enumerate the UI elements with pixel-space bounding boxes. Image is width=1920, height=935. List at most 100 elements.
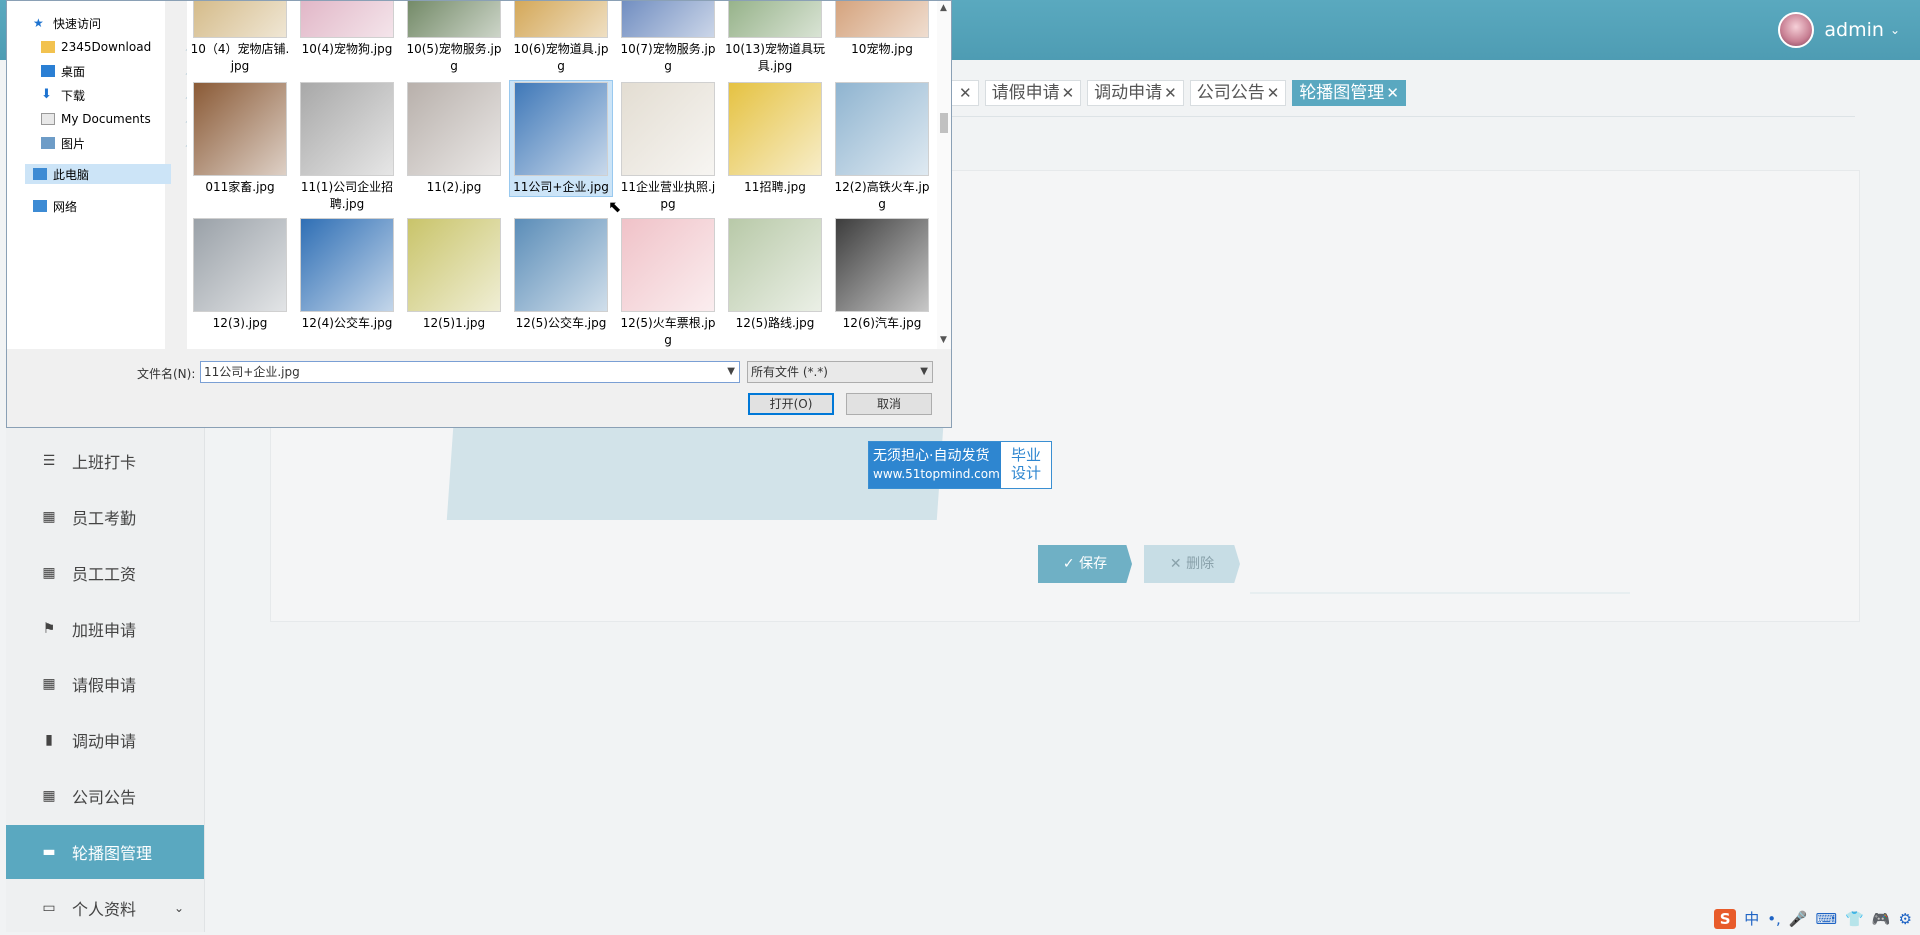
file-name: 10(5)宠物服务.jpg xyxy=(406,42,502,73)
image-thumbnail xyxy=(728,82,822,176)
file-name: 12(5)公交车.jpg xyxy=(515,316,607,330)
download-icon: ⬇ xyxy=(41,87,52,102)
nav-2345download[interactable]: 2345Download📌 xyxy=(41,37,196,57)
punctuation-icon[interactable]: •, xyxy=(1767,910,1781,928)
scrollbar[interactable]: ▲ ▼ xyxy=(937,1,951,349)
computer-icon xyxy=(33,168,47,180)
file-item[interactable]: 12(5)公交车.jpg xyxy=(510,217,612,332)
open-button[interactable]: 打开(O) xyxy=(748,393,834,415)
tab-transfer[interactable]: 调动申请 ✕ xyxy=(1087,80,1184,106)
file-name: 12(5)路线.jpg xyxy=(735,316,815,330)
file-item[interactable]: 12(5)1.jpg xyxy=(403,217,505,332)
image-thumbnail xyxy=(514,82,608,176)
file-name: 11(1)公司企业招聘.jpg xyxy=(300,180,394,211)
filetype-select[interactable]: 所有文件 (*.*) ▼ xyxy=(747,361,933,383)
settings-icon[interactable]: ⚙ xyxy=(1899,910,1912,928)
close-icon[interactable]: ✕ xyxy=(1164,84,1177,102)
grid-icon: ▦ xyxy=(42,565,56,581)
nav-network[interactable]: 网络 xyxy=(33,196,77,216)
chevron-down-icon[interactable]: ▼ xyxy=(920,362,928,382)
nav-quick-access[interactable]: ★ 快速访问 xyxy=(33,13,101,33)
file-name: 12(5)火车票根.jpg xyxy=(620,316,716,347)
watermark-badge: 无须担心·自动发货 www.51topmind.com 毕业 设计 xyxy=(868,441,1052,489)
close-icon[interactable]: ✕ xyxy=(959,84,972,102)
sidebar-item-transfer[interactable]: ▮ 调动申请 xyxy=(6,713,204,767)
close-icon[interactable]: ✕ xyxy=(1386,84,1399,102)
sidebar-item-clock-in[interactable]: ☰ 上班打卡 xyxy=(6,434,204,488)
file-item[interactable]: 11(1)公司企业招聘.jpg xyxy=(296,81,398,213)
ime-mode[interactable]: 中 xyxy=(1744,908,1759,929)
file-name: 011家畜.jpg xyxy=(205,180,275,194)
delete-button[interactable]: ✕ 删除 xyxy=(1144,545,1240,583)
chevron-down-icon[interactable]: ▼ xyxy=(727,362,735,382)
file-item[interactable]: 10（4）宠物店铺.jpg xyxy=(189,1,291,75)
file-name: 11(2).jpg xyxy=(426,180,482,194)
nav-this-pc[interactable]: 此电脑 xyxy=(25,164,171,184)
grid-icon: ▦ xyxy=(42,509,56,525)
chevron-down-icon: ⌄ xyxy=(1889,23,1900,37)
file-name: 11公司+企业.jpg xyxy=(513,180,609,194)
image-thumbnail xyxy=(300,82,394,176)
nav-pictures[interactable]: 图片📌 xyxy=(41,133,196,153)
file-item[interactable]: 11企业营业执照.jpg xyxy=(617,81,719,213)
file-item[interactable]: 11(2).jpg xyxy=(403,81,505,196)
sidebar-item-notice[interactable]: ▦ 公司公告 xyxy=(6,769,204,823)
filename-input[interactable]: 11公司+企业.jpg ▼ xyxy=(200,361,740,383)
image-thumbnail xyxy=(407,82,501,176)
save-button[interactable]: ✓ 保存 xyxy=(1038,545,1132,583)
sidebar-item-overtime[interactable]: ⚑ 加班申请 xyxy=(6,602,204,656)
nav-documents[interactable]: My Documents📌 xyxy=(41,109,196,129)
image-thumbnail xyxy=(835,218,929,312)
image-thumbnail xyxy=(407,1,501,38)
image-thumbnail xyxy=(193,82,287,176)
file-item[interactable]: 10(4)宠物狗.jpg xyxy=(296,1,398,58)
tab-carousel[interactable]: 轮播图管理 ✕ xyxy=(1292,80,1406,106)
file-item[interactable]: 11公司+企业.jpg xyxy=(509,80,613,197)
nav-desktop[interactable]: 桌面📌 xyxy=(41,61,196,81)
sidebar-item-attendance[interactable]: ▦ 员工考勤 xyxy=(6,490,204,544)
file-item[interactable]: 011家畜.jpg xyxy=(189,81,291,196)
file-item[interactable]: 11招聘.jpg xyxy=(724,81,826,196)
file-name: 10(4)宠物狗.jpg xyxy=(301,42,393,56)
file-item[interactable]: 10(6)宠物道具.jpg xyxy=(510,1,612,75)
file-item[interactable]: 10(7)宠物服务.jpg xyxy=(617,1,719,75)
user-menu[interactable]: admin ⌄ xyxy=(1778,12,1900,48)
file-name: 12(3).jpg xyxy=(212,316,268,330)
skin-icon[interactable]: 👕 xyxy=(1845,910,1864,928)
tab-partial[interactable]: ✕ xyxy=(950,80,979,106)
file-item[interactable]: 12(2)高铁火车.jpg xyxy=(831,81,933,213)
sidebar-item-leave[interactable]: ▦ 请假申请 xyxy=(6,657,204,711)
file-item[interactable]: 12(5)火车票根.jpg xyxy=(617,217,719,349)
keyboard-icon[interactable]: ⌨ xyxy=(1816,910,1838,928)
file-item[interactable]: 12(6)汽车.jpg xyxy=(831,217,933,332)
filename-label: 文件名(N): xyxy=(137,367,196,381)
close-icon[interactable]: ✕ xyxy=(1062,84,1075,102)
mic-icon[interactable]: 🎤 xyxy=(1789,910,1808,928)
card-icon: ▭ xyxy=(42,900,56,916)
bar-chart-icon: ▮ xyxy=(45,732,53,748)
scroll-up-icon[interactable]: ▲ xyxy=(940,3,947,13)
tab-leave[interactable]: 请假申请 ✕ xyxy=(984,80,1082,106)
cancel-button[interactable]: 取消 xyxy=(846,393,932,415)
file-item[interactable]: 12(4)公交车.jpg xyxy=(296,217,398,332)
sidebar-item-salary[interactable]: ▦ 员工工资 xyxy=(6,546,204,600)
scroll-down-icon[interactable]: ▼ xyxy=(940,335,947,345)
file-item[interactable]: 10(13)宠物道具玩具.jpg xyxy=(724,1,826,75)
file-name: 10(6)宠物道具.jpg xyxy=(513,42,609,73)
file-item[interactable]: 10(5)宠物服务.jpg xyxy=(403,1,505,75)
tab-notice[interactable]: 公司公告 ✕ xyxy=(1189,80,1287,106)
sidebar-item-profile[interactable]: ▭ 个人资料 ⌄ xyxy=(6,881,204,935)
file-item[interactable]: 10宠物.jpg xyxy=(831,1,933,58)
scroll-thumb[interactable] xyxy=(940,113,948,133)
folder-icon xyxy=(41,41,55,53)
file-name: 10宠物.jpg xyxy=(851,42,913,56)
system-tray: S 中 •, 🎤 ⌨ 👕 🎮 ⚙ xyxy=(1714,908,1912,929)
game-icon[interactable]: 🎮 xyxy=(1872,910,1891,928)
nav-downloads[interactable]: ⬇下载📌 xyxy=(41,85,196,105)
sogou-icon[interactable]: S xyxy=(1714,908,1737,929)
image-thumbnail xyxy=(621,1,715,38)
close-icon[interactable]: ✕ xyxy=(1267,84,1280,102)
file-item[interactable]: 12(3).jpg xyxy=(189,217,291,332)
sidebar-item-carousel[interactable]: ▬ 轮播图管理 xyxy=(6,825,204,879)
file-item[interactable]: 12(5)路线.jpg xyxy=(724,217,826,332)
